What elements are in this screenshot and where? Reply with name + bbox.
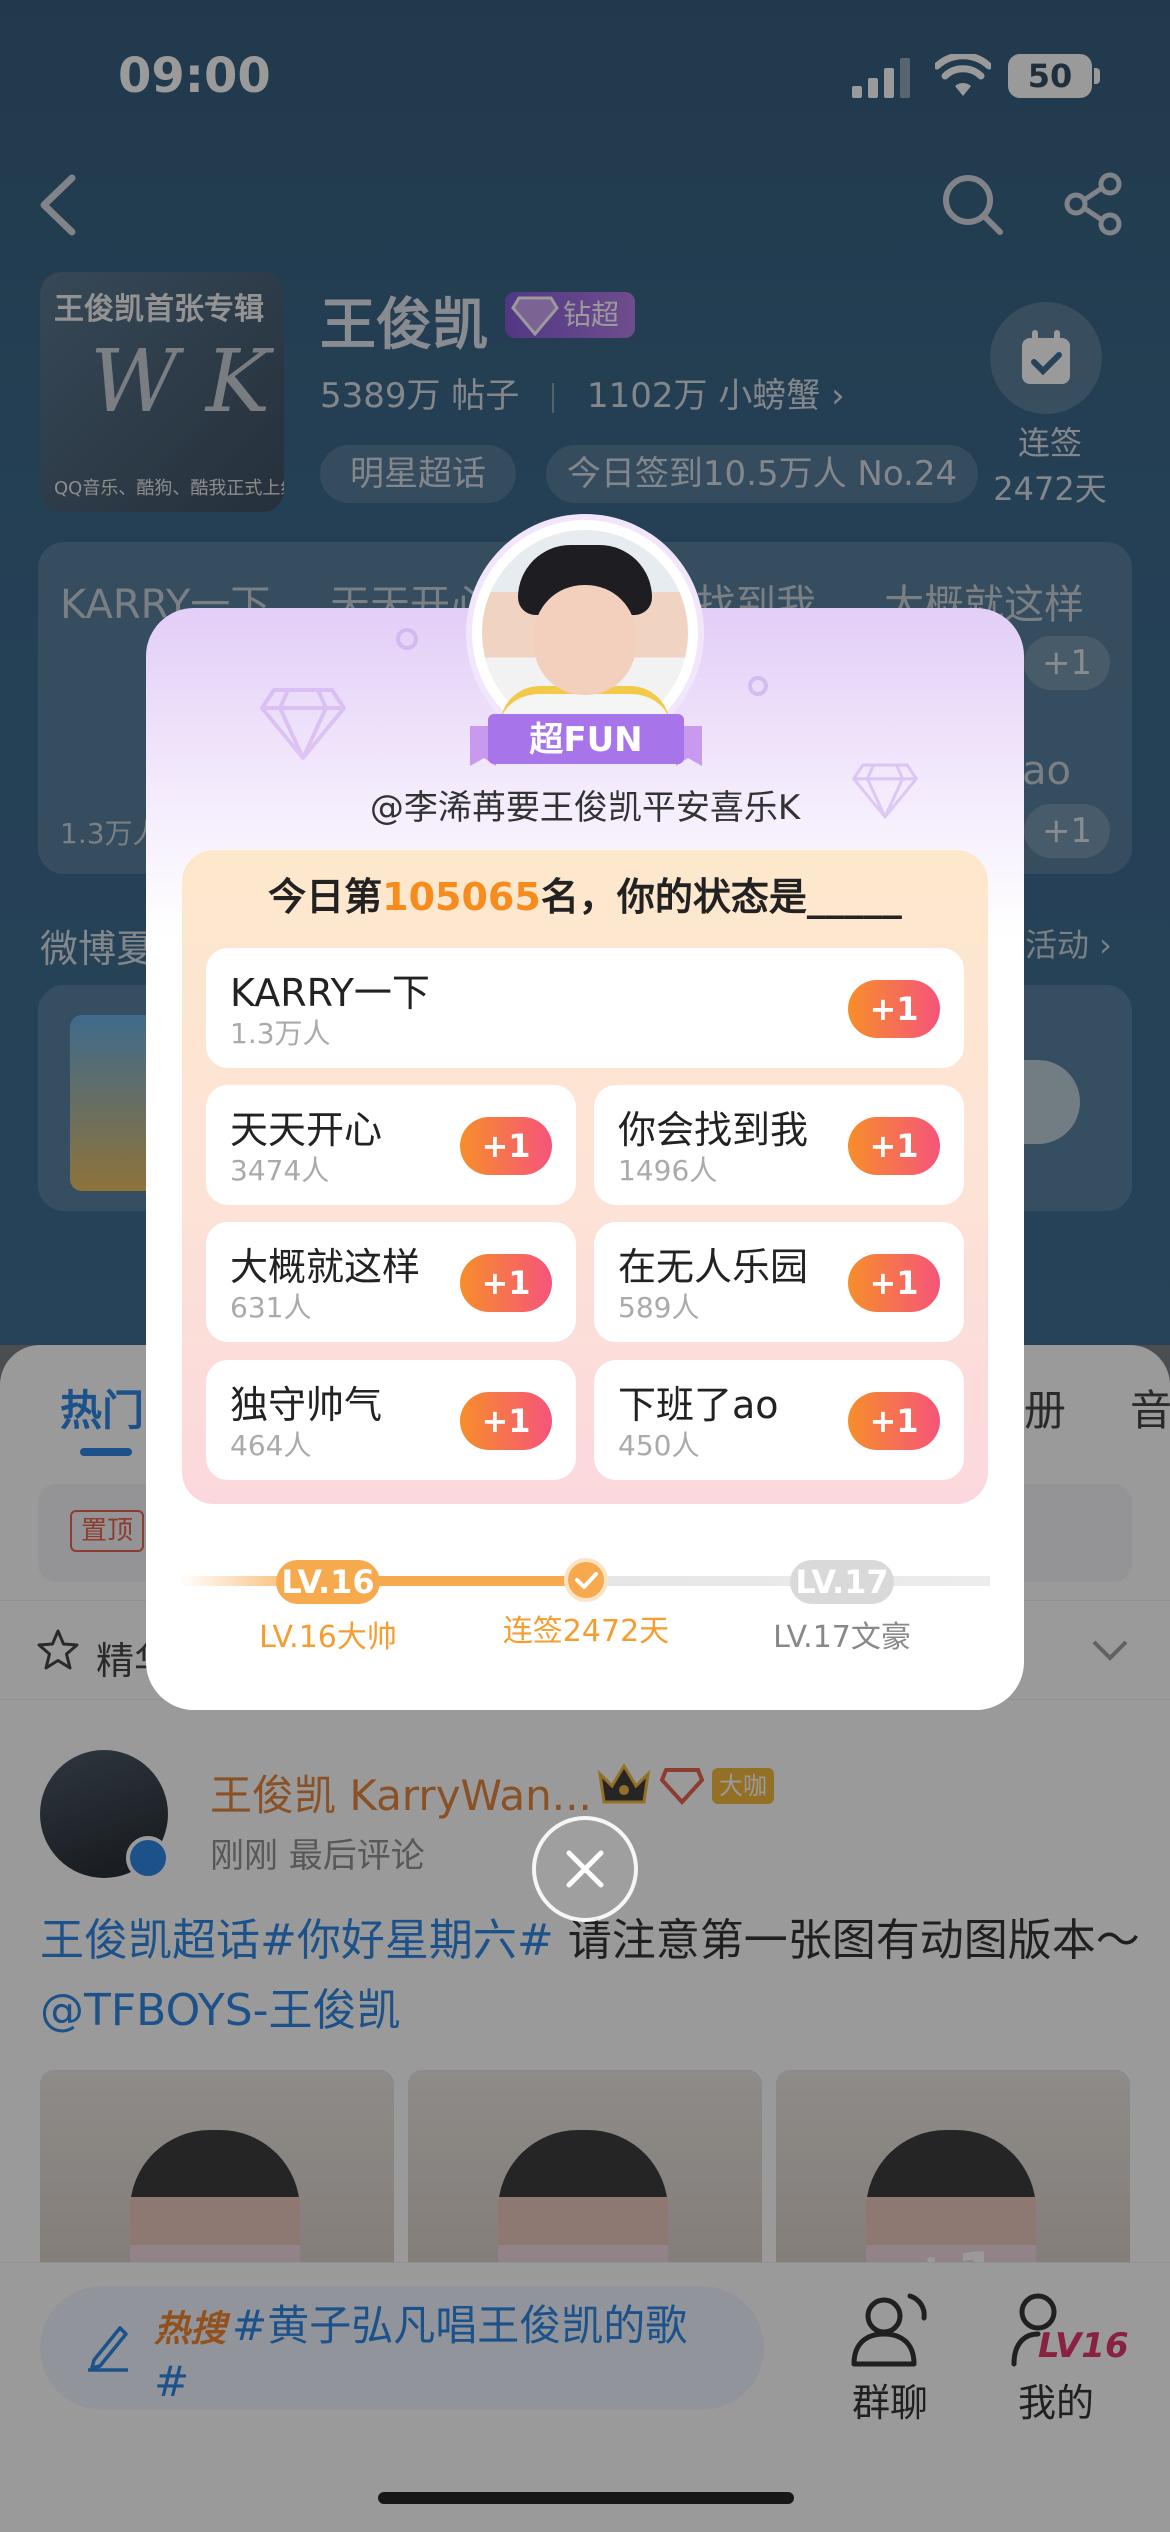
vote-option-name: 大概就这样 xyxy=(230,1245,421,1289)
vote-option-name: 你会找到我 xyxy=(618,1108,809,1152)
streak-label: 连签2472天 xyxy=(502,1614,670,1649)
decoration-ring xyxy=(748,676,768,696)
next-level-title: LV.17文豪 xyxy=(773,1620,911,1655)
check-icon xyxy=(564,1558,608,1602)
current-level-title: LV.16大帅 xyxy=(259,1620,397,1655)
plus-one-button[interactable]: +1 xyxy=(848,1117,940,1175)
heading-suffix: 名，你的状态是_____ xyxy=(540,875,902,919)
avatar-face xyxy=(534,585,636,695)
vote-option-count: 450人 xyxy=(618,1429,700,1462)
plus-one-button[interactable]: +1 xyxy=(460,1254,552,1312)
plus-one-button[interactable]: +1 xyxy=(848,980,940,1038)
heading-prefix: 今日第 xyxy=(268,875,383,919)
vote-option[interactable]: 在无人乐园 589人 +1 xyxy=(594,1222,964,1342)
vote-option-count: 631人 xyxy=(230,1291,312,1324)
ribbon-label: 超FUN xyxy=(529,720,643,760)
close-button[interactable] xyxy=(532,1816,638,1922)
next-level-badge: LV.17 xyxy=(790,1560,894,1604)
vote-option[interactable]: KARRY一下 1.3万人 +1 xyxy=(206,948,964,1068)
plus-one-button[interactable]: +1 xyxy=(460,1392,552,1450)
plus-one-button[interactable]: +1 xyxy=(848,1254,940,1312)
vote-option-name: KARRY一下 xyxy=(230,971,430,1015)
vote-option-count: 3474人 xyxy=(230,1154,330,1187)
vote-option-count: 589人 xyxy=(618,1291,700,1324)
vote-option[interactable]: 你会找到我 1496人 +1 xyxy=(594,1085,964,1205)
current-level-badge: LV.16 xyxy=(276,1560,380,1604)
vote-option[interactable]: 独守帅气 464人 +1 xyxy=(206,1360,576,1480)
heading-rank: 105065 xyxy=(382,875,541,919)
modal-username: @李浠苒要王俊凯平安喜乐K xyxy=(369,788,801,828)
vote-option[interactable]: 大概就这样 631人 +1 xyxy=(206,1222,576,1342)
vote-heading: 今日第105065名，你的状态是_____ xyxy=(182,866,988,921)
vote-option-count: 1.3万人 xyxy=(230,1017,331,1050)
close-icon xyxy=(566,1850,604,1888)
vote-option[interactable]: 天天开心 3474人 +1 xyxy=(206,1085,576,1205)
vote-option-name: 在无人乐园 xyxy=(618,1245,809,1289)
decoration-ring xyxy=(396,628,418,650)
vote-option-name: 天天开心 xyxy=(230,1108,383,1152)
vote-option-name: 独守帅气 xyxy=(230,1383,383,1427)
vote-option[interactable]: 下班了ao 450人 +1 xyxy=(594,1360,964,1480)
vote-option-count: 464人 xyxy=(230,1429,312,1462)
vote-option-count: 1496人 xyxy=(618,1154,718,1187)
vote-option-name: 下班了ao xyxy=(618,1383,779,1427)
plus-one-button[interactable]: +1 xyxy=(460,1117,552,1175)
plus-one-button[interactable]: +1 xyxy=(848,1392,940,1450)
diamond-decoration-icon xyxy=(260,688,346,760)
